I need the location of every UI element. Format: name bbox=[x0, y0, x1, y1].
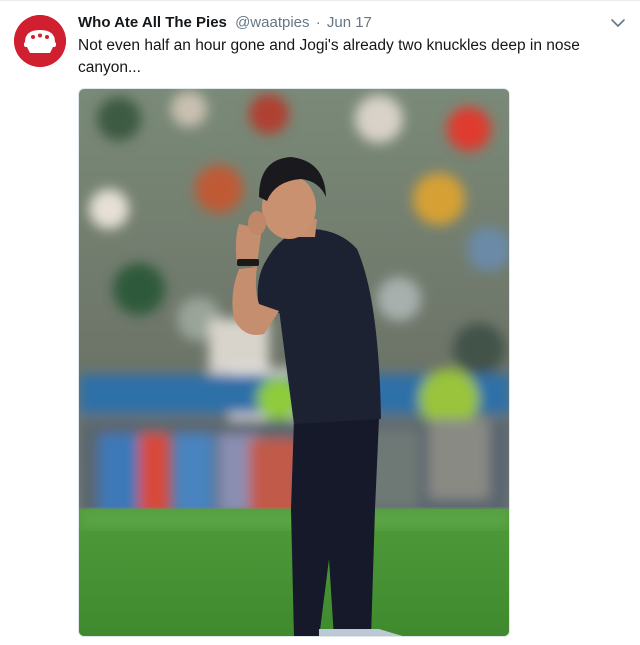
tweet-date[interactable]: Jun 17 bbox=[327, 14, 372, 31]
chevron-down-icon[interactable] bbox=[610, 15, 626, 31]
avatar[interactable] bbox=[14, 15, 66, 67]
tweet-card[interactable]: Who Ate All The Pies @waatpies · Jun 17 … bbox=[0, 0, 640, 645]
separator-dot: · bbox=[315, 14, 321, 31]
tweet-text: Not even half an hour gone and Jogi's al… bbox=[78, 37, 580, 76]
tweet-header: Who Ate All The Pies @waatpies · Jun 17 bbox=[78, 13, 372, 33]
pie-logo-icon bbox=[14, 15, 66, 67]
author-name[interactable]: Who Ate All The Pies bbox=[78, 14, 227, 31]
coach-photo bbox=[79, 89, 509, 636]
author-handle[interactable]: @waatpies bbox=[235, 14, 309, 31]
tweet-photo[interactable] bbox=[78, 88, 510, 637]
